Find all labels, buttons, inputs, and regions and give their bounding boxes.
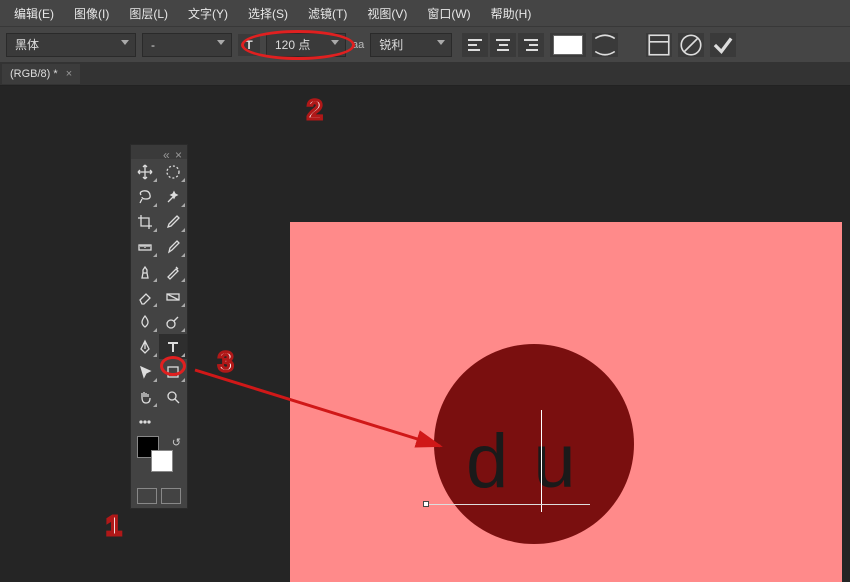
zoom-tool[interactable] [159, 384, 187, 409]
ruler-tool[interactable] [131, 234, 159, 259]
pen-tool[interactable] [131, 334, 159, 359]
clone-tool[interactable] [131, 259, 159, 284]
history-brush-tool[interactable] [159, 259, 187, 284]
magic-wand-tool[interactable] [159, 184, 187, 209]
brush-tool[interactable] [159, 234, 187, 259]
crop-tool[interactable] [131, 209, 159, 234]
close-icon[interactable]: × [66, 68, 72, 80]
background-color[interactable] [151, 450, 173, 472]
standard-mode-button[interactable] [137, 488, 157, 504]
text-baseline [426, 504, 590, 505]
text-handle[interactable] [423, 501, 429, 507]
quick-mask-row [131, 484, 187, 508]
font-style-value: - [151, 38, 155, 52]
menu-layer[interactable]: 图层(L) [119, 1, 178, 26]
close-icon[interactable]: × [175, 148, 183, 156]
eraser-tool[interactable] [131, 284, 159, 309]
font-size-value: 120 点 [275, 36, 310, 53]
eyedropper-tool[interactable] [159, 209, 187, 234]
canvas[interactable]: d u [290, 222, 842, 582]
menu-edit[interactable]: 编辑(E) [4, 1, 64, 26]
chevron-down-icon [217, 40, 225, 45]
document-tab[interactable]: (RGB/8) * × [2, 64, 80, 84]
lasso-tool[interactable] [131, 184, 159, 209]
screen-mode-button[interactable] [161, 488, 181, 504]
align-right-button[interactable] [518, 33, 544, 57]
menu-select[interactable]: 选择(S) [238, 1, 298, 26]
chevron-down-icon [331, 40, 339, 45]
menu-filter[interactable]: 滤镜(T) [298, 1, 357, 26]
text-layer[interactable]: d u [466, 418, 578, 505]
tools-panel-header: « × [131, 145, 187, 159]
text-cursor [541, 410, 542, 512]
options-bar: 黑体 - T 120 点 aa 锐利 [0, 26, 850, 62]
chevron-down-icon [437, 40, 445, 45]
menu-bar: 编辑(E) 图像(I) 图层(L) 文字(Y) 选择(S) 滤镜(T) 视图(V… [0, 0, 850, 26]
marquee-tool[interactable] [159, 159, 187, 184]
align-group [462, 33, 544, 57]
tab-title: (RGB/8) * [10, 68, 58, 80]
document-tab-bar: (RGB/8) * × [0, 62, 850, 86]
edit-toolbar[interactable] [159, 409, 187, 434]
menu-help[interactable]: 帮助(H) [481, 1, 542, 26]
type-tool[interactable] [159, 334, 187, 359]
chevron-down-icon [121, 40, 129, 45]
cancel-icon [678, 32, 704, 58]
dodge-tool[interactable] [159, 309, 187, 334]
font-size-select[interactable]: 120 点 [266, 33, 346, 57]
antialias-label: aa [352, 39, 364, 51]
align-center-button[interactable] [490, 33, 516, 57]
shape-tool[interactable] [159, 359, 187, 384]
menu-view[interactable]: 视图(V) [357, 1, 417, 26]
text-size-icon: T [238, 34, 260, 56]
panel-toggle-button[interactable] [646, 33, 672, 57]
path-select-tool[interactable] [131, 359, 159, 384]
gradient-tool[interactable] [159, 284, 187, 309]
font-family-select[interactable]: 黑体 [6, 33, 136, 57]
text-color-button[interactable] [550, 33, 586, 57]
more-tool[interactable] [131, 409, 159, 434]
color-swatch [553, 35, 583, 55]
panel-icon [646, 32, 672, 58]
align-left-button[interactable] [462, 33, 488, 57]
menu-window[interactable]: 窗口(W) [417, 1, 480, 26]
font-style-select[interactable]: - [142, 33, 232, 57]
annotation-1: 1 [106, 510, 122, 542]
collapse-icon[interactable]: « [163, 148, 171, 156]
check-icon [710, 32, 736, 58]
antialias-select[interactable]: 锐利 [370, 33, 452, 57]
color-swatches: ↺ [131, 434, 187, 484]
font-family-value: 黑体 [15, 36, 39, 53]
warp-text-button[interactable] [592, 33, 618, 57]
hand-tool[interactable] [131, 384, 159, 409]
swap-colors-icon[interactable]: ↺ [172, 436, 181, 449]
menu-type[interactable]: 文字(Y) [178, 1, 238, 26]
cancel-button[interactable] [678, 33, 704, 57]
warp-icon [592, 32, 618, 58]
antialias-value: 锐利 [379, 36, 403, 53]
tools-panel: « × [130, 144, 188, 509]
work-area: « × [0, 86, 850, 582]
move-tool[interactable] [131, 159, 159, 184]
menu-image[interactable]: 图像(I) [64, 1, 119, 26]
blur-tool[interactable] [131, 309, 159, 334]
commit-button[interactable] [710, 33, 736, 57]
annotation-3: 3 [218, 346, 234, 378]
